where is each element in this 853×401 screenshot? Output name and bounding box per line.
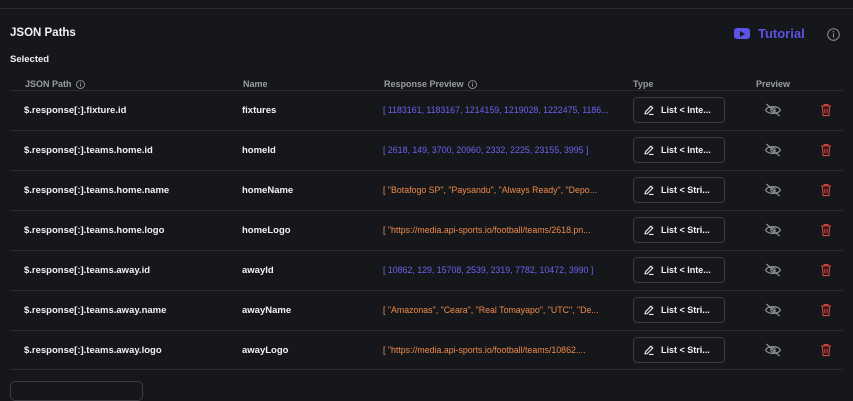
table-row: $.response[:].teams.away.id awayId [ 108… [0, 250, 853, 290]
response-preview-cell: [ "Botafogo SP", "Paysandu", "Always Rea… [383, 185, 598, 195]
type-selector-button[interactable]: List < Inte... [633, 257, 725, 283]
type-label: List < Inte... [661, 265, 711, 275]
pencil-icon [644, 345, 654, 355]
type-label: List < Stri... [661, 185, 710, 195]
json-path-cell: $.response[:].teams.away.logo [24, 344, 162, 356]
column-header-preview: Preview [756, 79, 791, 89]
pencil-icon [644, 185, 654, 195]
trash-icon[interactable] [820, 103, 832, 117]
trash-icon[interactable] [820, 263, 832, 277]
pencil-icon [644, 145, 654, 155]
eye-off-icon[interactable] [764, 343, 782, 357]
type-selector-button[interactable]: List < Stri... [633, 177, 725, 203]
json-path-cell: $.response[:].teams.away.name [24, 304, 167, 316]
type-label: List < Stri... [661, 345, 710, 355]
column-header-response-preview: Response Preview [384, 79, 477, 89]
trash-icon[interactable] [820, 343, 832, 357]
name-cell: awayLogo [242, 344, 289, 356]
row-divider [10, 369, 843, 370]
trash-icon[interactable] [820, 303, 832, 317]
type-selector-button[interactable]: List < Inte... [633, 97, 725, 123]
name-cell: homeLogo [242, 224, 291, 236]
trash-icon[interactable] [820, 223, 832, 237]
section-title: JSON Paths [10, 27, 76, 39]
response-preview-cell: [ "https://media.api-sports.io/football/… [383, 225, 591, 235]
add-json-path-button[interactable] [10, 381, 143, 401]
info-icon[interactable] [75, 79, 85, 89]
json-path-cell: $.response[:].teams.away.id [24, 264, 151, 276]
type-selector-button[interactable]: List < Stri... [633, 217, 725, 243]
type-label: List < Inte... [661, 105, 711, 115]
column-header-response-preview-label: Response Preview [384, 79, 464, 89]
name-cell: fixtures [242, 104, 277, 116]
name-cell: awayId [242, 264, 274, 276]
table-row: $.response[:].fixture.id fixtures [ 1183… [0, 90, 853, 130]
response-preview-cell: [ 2618, 149, 3700, 20960, 2332, 2225, 23… [383, 145, 589, 155]
youtube-icon [734, 28, 750, 39]
eye-off-icon[interactable] [764, 263, 782, 277]
column-header-json-path: JSON Path [25, 79, 85, 89]
type-selector-button[interactable]: List < Inte... [633, 137, 725, 163]
selected-label: Selected [10, 54, 50, 65]
type-label: List < Stri... [661, 305, 710, 315]
pencil-icon [644, 265, 654, 275]
tutorial-label: Tutorial [758, 26, 805, 41]
name-cell: awayName [242, 304, 292, 316]
eye-off-icon[interactable] [764, 143, 782, 157]
response-preview-cell: [ "Amazonas", "Ceara", "Real Tomayapo", … [383, 305, 599, 315]
type-label: List < Stri... [661, 225, 710, 235]
table-row: $.response[:].teams.away.name awayName [… [0, 290, 853, 330]
table-row: $.response[:].teams.away.logo awayLogo [… [0, 330, 853, 370]
column-header-name: Name [243, 79, 268, 89]
type-label: List < Inte... [661, 145, 711, 155]
table-row: $.response[:].teams.home.name homeName [… [0, 170, 853, 210]
eye-off-icon[interactable] [764, 183, 782, 197]
info-icon[interactable] [827, 28, 840, 41]
name-cell: homeName [242, 184, 294, 196]
info-icon[interactable] [467, 79, 477, 89]
column-header-json-path-label: JSON Path [25, 79, 72, 89]
trash-icon[interactable] [820, 143, 832, 157]
json-path-cell: $.response[:].teams.home.name [24, 184, 170, 196]
eye-off-icon[interactable] [764, 223, 782, 237]
type-selector-button[interactable]: List < Stri... [633, 337, 725, 363]
pencil-icon [644, 305, 654, 315]
response-preview-cell: [ 1183161, 1183167, 1214159, 1219028, 12… [383, 105, 609, 115]
table-row: $.response[:].teams.home.logo homeLogo [… [0, 210, 853, 250]
column-header-type: Type [633, 79, 654, 89]
response-preview-cell: [ "https://media.api-sports.io/football/… [383, 345, 586, 355]
json-path-cell: $.response[:].teams.home.id [24, 144, 153, 156]
eye-off-icon[interactable] [764, 303, 782, 317]
tutorial-button[interactable]: Tutorial [734, 26, 805, 41]
top-divider [0, 8, 853, 9]
table-row: $.response[:].teams.home.id homeId [ 261… [0, 130, 853, 170]
trash-icon[interactable] [820, 183, 832, 197]
pencil-icon [644, 225, 654, 235]
type-selector-button[interactable]: List < Stri... [633, 297, 725, 323]
json-path-cell: $.response[:].teams.home.logo [24, 224, 165, 236]
name-cell: homeId [242, 144, 276, 156]
pencil-icon [644, 105, 654, 115]
response-preview-cell: [ 10862, 129, 15708, 2539, 2319, 7782, 1… [383, 265, 594, 275]
json-path-cell: $.response[:].fixture.id [24, 104, 127, 116]
eye-off-icon[interactable] [764, 103, 782, 117]
